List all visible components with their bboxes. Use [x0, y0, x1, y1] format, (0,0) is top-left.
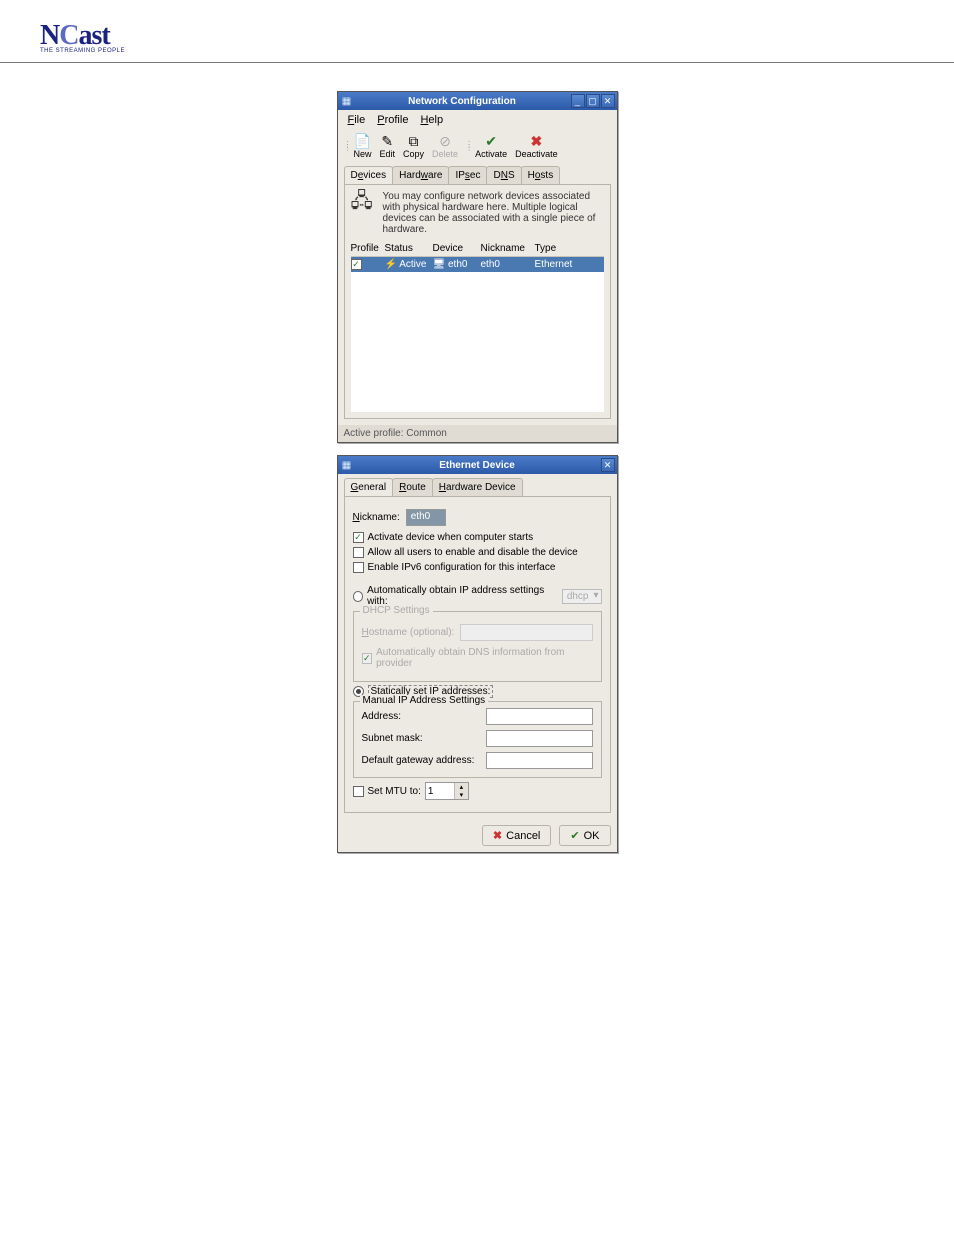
- maximize-button[interactable]: ▢: [586, 94, 600, 108]
- address-label: Address:: [362, 711, 482, 722]
- row-profile-checkbox[interactable]: [351, 259, 385, 270]
- dhcp-legend: DHCP Settings: [360, 605, 433, 616]
- ipv6-checkbox[interactable]: [353, 562, 364, 573]
- menu-file[interactable]: File: [342, 112, 372, 128]
- auto-ip-label: Automatically obtain IP address settings…: [367, 585, 558, 607]
- delete-button[interactable]: ⊘Delete: [429, 132, 461, 160]
- info-row: 🖧 You may configure network devices asso…: [351, 191, 604, 235]
- activate-button[interactable]: ✔Activate: [472, 132, 510, 160]
- info-text: You may configure network devices associ…: [383, 191, 604, 235]
- separator-icon: ⋮⋮: [465, 134, 468, 158]
- address-input[interactable]: [486, 708, 593, 725]
- mtu-up-icon[interactable]: ▴: [455, 783, 468, 791]
- devices-tab-body: 🖧 You may configure network devices asso…: [344, 184, 611, 419]
- titlebar[interactable]: ▦ Network Configuration _ ▢ ✕: [338, 92, 617, 110]
- minimize-button[interactable]: _: [571, 94, 585, 108]
- row-type: Ethernet: [535, 259, 604, 270]
- close-button[interactable]: ✕: [601, 94, 615, 108]
- status-bar: Active profile: Common: [338, 425, 617, 442]
- mtu-label: Set MTU to:: [368, 786, 421, 797]
- grip-icon: ⋮⋮: [344, 134, 347, 158]
- copy-button[interactable]: ⧉Copy: [400, 132, 427, 160]
- tab-route[interactable]: Route: [392, 478, 433, 496]
- auto-ip-radio[interactable]: [353, 591, 364, 602]
- allow-users-label: Allow all users to enable and disable th…: [368, 547, 578, 558]
- row-device: 🖥 eth0: [433, 259, 481, 270]
- network-config-window: ▦ Network Configuration _ ▢ ✕ File Profi…: [337, 91, 618, 443]
- app-icon: ▦: [340, 96, 354, 107]
- ok-button[interactable]: ✔ OK: [559, 825, 610, 846]
- titlebar[interactable]: ▦ Ethernet Device ✕: [338, 456, 617, 474]
- col-status[interactable]: Status: [385, 243, 433, 254]
- tab-hardware-device[interactable]: Hardware Device: [432, 478, 523, 496]
- devices-tabs: Devices Hardware IPsec DNS Hosts: [344, 166, 611, 184]
- edit-button[interactable]: ✎Edit: [377, 132, 399, 160]
- eth-tabs: General Route Hardware Device: [344, 478, 611, 496]
- col-profile[interactable]: Profile: [351, 243, 385, 254]
- toolbar: ⋮⋮ 📄New ✎Edit ⧉Copy ⊘Delete ⋮⋮ ✔Activate…: [338, 130, 617, 162]
- tab-hosts[interactable]: Hosts: [521, 166, 561, 184]
- close-button[interactable]: ✕: [601, 458, 615, 472]
- ethernet-device-window: ▦ Ethernet Device ✕ General Route Hardwa…: [337, 455, 618, 853]
- mtu-down-icon[interactable]: ▾: [455, 791, 468, 799]
- gateway-label: Default gateway address:: [362, 755, 482, 766]
- dhcp-settings-fieldset: DHCP Settings Hostname (optional): Autom…: [353, 611, 602, 682]
- menubar: File Profile Help: [338, 110, 617, 130]
- network-icon: 🖧: [351, 191, 377, 235]
- activate-on-start-checkbox[interactable]: [353, 532, 364, 543]
- tab-devices[interactable]: Devices: [344, 166, 394, 184]
- cancel-icon: ✖: [493, 829, 502, 842]
- tab-ipsec[interactable]: IPsec: [448, 166, 487, 184]
- table-empty-area: [351, 272, 604, 412]
- deactivate-button[interactable]: ✖Deactivate: [512, 132, 561, 160]
- manual-ip-fieldset: Manual IP Address Settings Address: Subn…: [353, 701, 602, 778]
- nickname-input[interactable]: eth0: [406, 509, 446, 526]
- subnet-input[interactable]: [486, 730, 593, 747]
- mtu-spinner[interactable]: ▴▾: [425, 782, 469, 800]
- new-button[interactable]: 📄New: [351, 132, 375, 160]
- subnet-label: Subnet mask:: [362, 733, 482, 744]
- manual-ip-legend: Manual IP Address Settings: [360, 695, 489, 706]
- mtu-input[interactable]: [426, 783, 454, 799]
- hostname-input: [460, 624, 592, 641]
- table-row[interactable]: ⚡ Active 🖥 eth0 eth0 Ethernet: [351, 257, 604, 272]
- activate-on-start-label: Activate device when computer starts: [368, 532, 534, 543]
- ip-mode-dropdown: dhcp: [562, 589, 602, 604]
- page-header: NCast THE STREAMING PEOPLE: [0, 0, 954, 63]
- ok-icon: ✔: [570, 829, 579, 842]
- gateway-input[interactable]: [486, 752, 593, 769]
- general-tab-body: Nickname: eth0 Activate device when comp…: [344, 496, 611, 813]
- hostname-label: Hostname (optional):: [362, 627, 455, 638]
- allow-users-checkbox[interactable]: [353, 547, 364, 558]
- tab-hardware[interactable]: Hardware: [392, 166, 449, 184]
- mtu-checkbox[interactable]: [353, 786, 364, 797]
- row-nickname: eth0: [481, 259, 535, 270]
- tab-general[interactable]: General: [344, 478, 394, 496]
- ipv6-label: Enable IPv6 configuration for this inter…: [368, 562, 556, 573]
- nickname-label: Nickname:: [353, 512, 400, 523]
- auto-dns-label: Automatically obtain DNS information fro…: [376, 647, 592, 669]
- col-nickname[interactable]: Nickname: [481, 243, 535, 254]
- window-title: Ethernet Device: [354, 460, 601, 471]
- auto-dns-checkbox: [362, 653, 373, 664]
- menu-profile[interactable]: Profile: [371, 112, 414, 128]
- col-device[interactable]: Device: [433, 243, 481, 254]
- menu-help[interactable]: Help: [414, 112, 449, 128]
- tab-dns[interactable]: DNS: [486, 166, 521, 184]
- cancel-button[interactable]: ✖ Cancel: [482, 825, 551, 846]
- button-bar: ✖ Cancel ✔ OK: [338, 819, 617, 852]
- table-header: Profile Status Device Nickname Type: [351, 241, 604, 257]
- col-type[interactable]: Type: [535, 243, 604, 254]
- window-title: Network Configuration: [354, 96, 571, 107]
- app-icon: ▦: [340, 460, 354, 471]
- row-status: ⚡ Active: [385, 259, 433, 270]
- tagline: THE STREAMING PEOPLE: [40, 48, 914, 54]
